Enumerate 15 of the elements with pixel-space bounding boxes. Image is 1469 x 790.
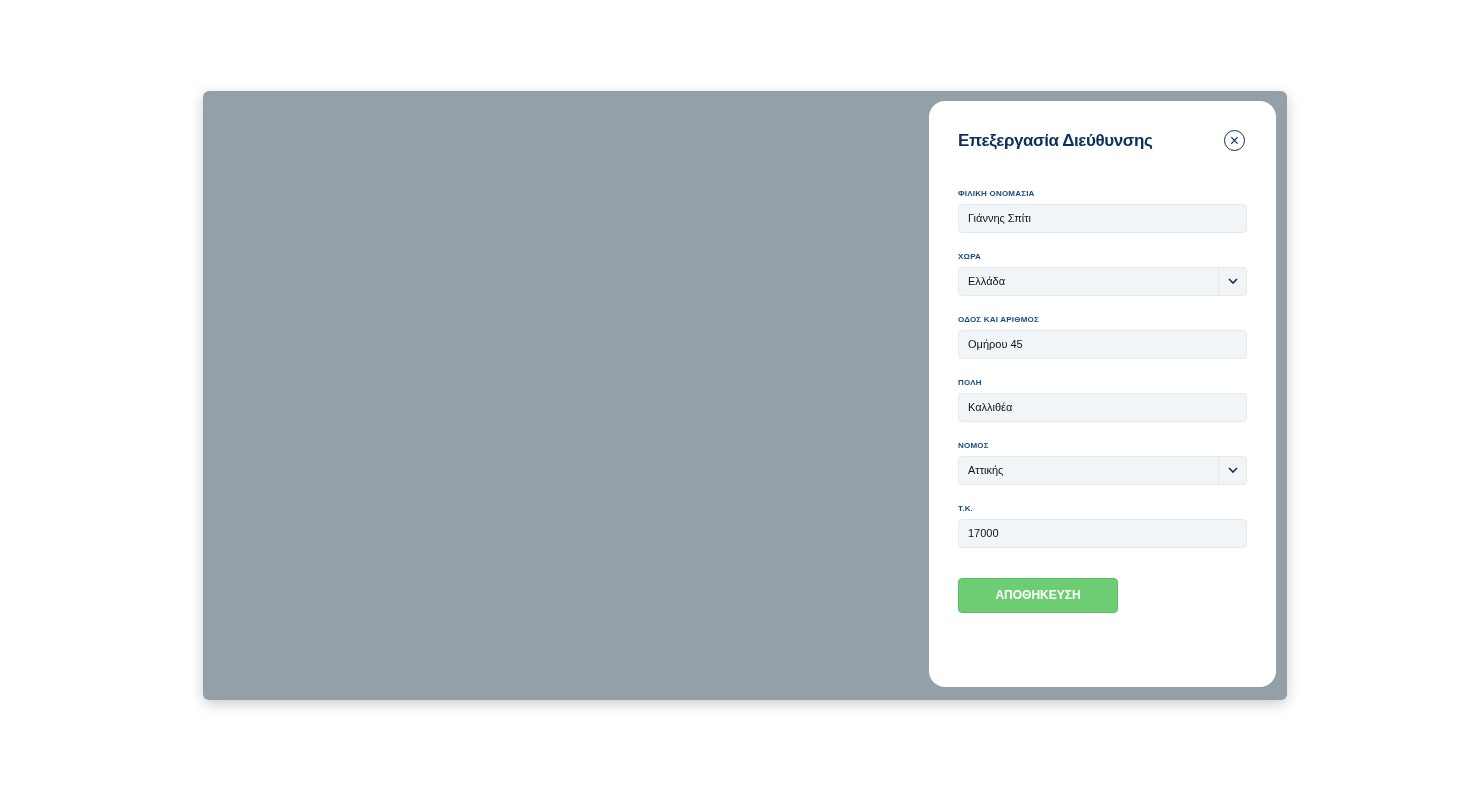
input-field[interactable]: Καλλιθέα xyxy=(958,392,1247,422)
field-label: ΦΙΛΙΚΗ ΟΝΟΜΑΣΙΑ xyxy=(958,187,1036,200)
input-field[interactable]: Ομήρου 45 xyxy=(958,329,1247,359)
dialog-title: Επεξεργασία Διεύθυνσης xyxy=(958,130,1153,152)
chevron-down-icon xyxy=(1227,467,1238,473)
field-label: ΝΟΜΟΣ xyxy=(958,439,990,452)
field-label: ΧΩΡΑ xyxy=(958,250,983,263)
field-label: Τ.Κ. xyxy=(958,502,975,515)
chevron-down-icon xyxy=(1227,278,1238,284)
input-field[interactable]: Γιάννης Σπίτι xyxy=(958,203,1247,233)
field-label: ΠΟΛΗ xyxy=(958,376,983,389)
select-field[interactable]: Αττικής xyxy=(958,455,1247,485)
input-field[interactable]: 17000 xyxy=(958,518,1247,548)
select-field[interactable]: Ελλάδα xyxy=(958,266,1247,296)
field-label: ΟΔΟΣ ΚΑΙ ΑΡΙΘΜΟΣ xyxy=(958,313,1040,326)
